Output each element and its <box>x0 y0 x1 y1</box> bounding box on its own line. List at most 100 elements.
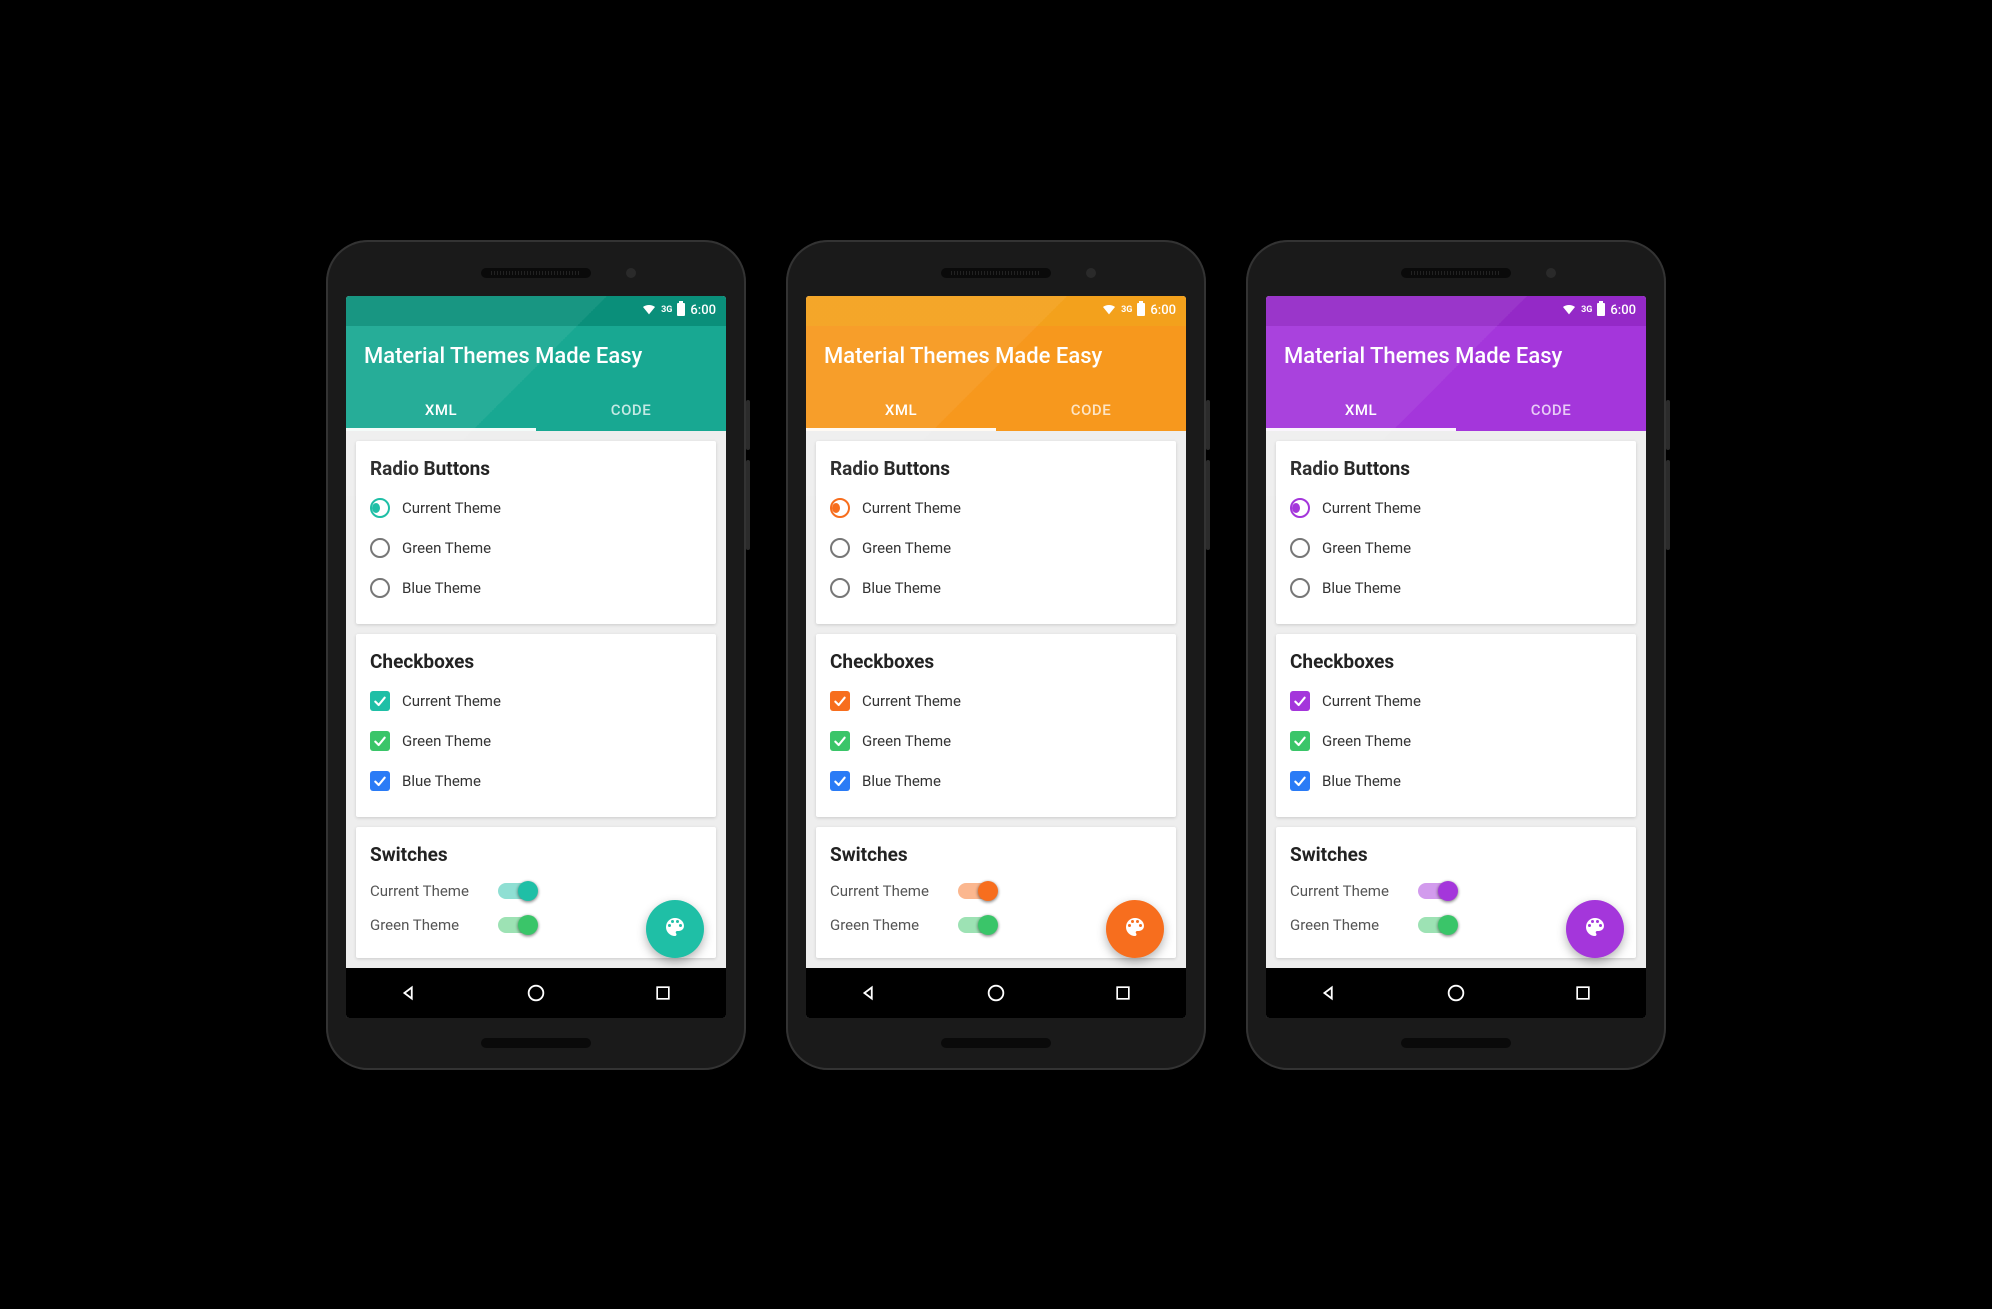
checkbox-label: Blue Theme <box>402 772 481 790</box>
switch-option[interactable]: Current Theme <box>370 874 702 908</box>
checkbox-option[interactable]: Current Theme <box>830 681 1162 721</box>
status-bar: 3G6:00 <box>806 296 1186 326</box>
tab-row: XMLCODE <box>1266 387 1646 431</box>
status-time: 6:00 <box>690 303 716 318</box>
switch-track <box>958 883 996 899</box>
checkbox-option[interactable]: Green Theme <box>1290 721 1622 761</box>
battery-icon <box>1596 301 1606 321</box>
phone-speaker-top <box>1401 268 1511 278</box>
tab-code[interactable]: CODE <box>996 387 1186 431</box>
tab-code[interactable]: CODE <box>1456 387 1646 431</box>
radio-option[interactable]: Green Theme <box>830 528 1162 568</box>
radio-option[interactable]: Current Theme <box>1290 488 1622 528</box>
switches-card-title: Switches <box>1290 843 1622 866</box>
app-title: Material Themes Made Easy <box>364 344 642 369</box>
app-bar: Material Themes Made Easy <box>1266 326 1646 387</box>
radio-option[interactable]: Current Theme <box>370 488 702 528</box>
phone-camera <box>1086 268 1096 278</box>
phone-speaker-bottom <box>1401 1038 1511 1048</box>
checkbox-label: Green Theme <box>862 732 951 750</box>
radio-icon <box>830 538 850 558</box>
tab-xml[interactable]: XML <box>806 387 996 431</box>
checkbox-card: CheckboxesCurrent ThemeGreen ThemeBlue T… <box>356 634 716 817</box>
switch-track <box>1418 917 1456 933</box>
nav-home-button[interactable] <box>985 982 1007 1004</box>
checkbox-option[interactable]: Blue Theme <box>1290 761 1622 801</box>
palette-icon <box>663 915 687 943</box>
tab-row: XMLCODE <box>346 387 726 431</box>
nav-back-button[interactable] <box>1318 982 1340 1004</box>
network-label: 3G <box>1581 306 1592 315</box>
radio-label: Blue Theme <box>1322 579 1401 597</box>
radio-option[interactable]: Blue Theme <box>1290 568 1622 608</box>
switch-track <box>498 883 536 899</box>
nav-bar <box>806 968 1186 1018</box>
app-bar: Material Themes Made Easy <box>806 326 1186 387</box>
nav-recent-button[interactable] <box>1572 982 1594 1004</box>
screen: 3G6:00Material Themes Made EasyXMLCODE Ra… <box>806 296 1186 1018</box>
checkbox-icon <box>370 771 390 791</box>
checkbox-icon <box>1290 771 1310 791</box>
switch-thumb <box>518 881 538 901</box>
tab-xml[interactable]: XML <box>1266 387 1456 431</box>
radio-label: Green Theme <box>402 539 491 557</box>
checkbox-label: Blue Theme <box>862 772 941 790</box>
radio-option[interactable]: Blue Theme <box>830 568 1162 608</box>
checkbox-option[interactable]: Blue Theme <box>370 761 702 801</box>
checkbox-card-title: Checkboxes <box>1290 650 1622 673</box>
radio-label: Green Theme <box>1322 539 1411 557</box>
nav-home-button[interactable] <box>1445 982 1467 1004</box>
radio-option[interactable]: Current Theme <box>830 488 1162 528</box>
battery-icon <box>1136 301 1146 321</box>
checkbox-icon <box>830 731 850 751</box>
radio-icon <box>1290 498 1310 518</box>
fab-theme-button[interactable] <box>1106 900 1164 958</box>
radio-card-title: Radio Buttons <box>830 457 1162 480</box>
switch-thumb <box>518 915 538 935</box>
switch-track <box>498 917 536 933</box>
radio-label: Current Theme <box>862 499 961 517</box>
nav-recent-button[interactable] <box>652 982 674 1004</box>
screen: 3G6:00Material Themes Made EasyXMLCODERa… <box>1266 296 1646 1018</box>
nav-recent-button[interactable] <box>1112 982 1134 1004</box>
fab-theme-button[interactable] <box>1566 900 1624 958</box>
radio-label: Blue Theme <box>402 579 481 597</box>
radio-card-title: Radio Buttons <box>370 457 702 480</box>
nav-home-button[interactable] <box>525 982 547 1004</box>
nav-back-button[interactable] <box>858 982 880 1004</box>
phone-camera <box>626 268 636 278</box>
checkbox-option[interactable]: Green Theme <box>370 721 702 761</box>
checkbox-option[interactable]: Blue Theme <box>830 761 1162 801</box>
network-label: 3G <box>661 306 672 315</box>
radio-option[interactable]: Green Theme <box>1290 528 1622 568</box>
checkbox-label: Green Theme <box>1322 732 1411 750</box>
palette-icon <box>1583 915 1607 943</box>
nav-back-button[interactable] <box>398 982 420 1004</box>
radio-icon <box>1290 578 1310 598</box>
radio-card: Radio Buttons Current Theme Green Theme Blu… <box>356 441 716 624</box>
switch-option[interactable]: Current Theme <box>830 874 1162 908</box>
checkbox-label: Current Theme <box>862 692 961 710</box>
app-title: Material Themes Made Easy <box>1284 344 1562 369</box>
checkbox-card: Checkboxes Current Theme Green Theme Blue T… <box>1276 634 1636 817</box>
screen: 3G 6:00 Material Themes Made Easy XMLCODE Ra… <box>346 296 726 1018</box>
network-label: 3G <box>1121 306 1132 315</box>
switch-thumb <box>1438 915 1458 935</box>
tab-code[interactable]: CODE <box>536 387 726 431</box>
checkbox-icon <box>830 691 850 711</box>
tab-xml[interactable]: XML <box>346 387 536 431</box>
radio-option[interactable]: Green Theme <box>370 528 702 568</box>
checkbox-icon <box>370 731 390 751</box>
radio-card-title: Radio Buttons <box>1290 457 1622 480</box>
switch-option[interactable]: Current Theme <box>1290 874 1622 908</box>
checkbox-option[interactable]: Current Theme <box>1290 681 1622 721</box>
checkbox-option[interactable]: Green Theme <box>830 721 1162 761</box>
checkbox-icon <box>1290 731 1310 751</box>
phone-teal: 3G 6:00 Material Themes Made Easy XMLCODE Ra… <box>326 240 746 1070</box>
phone-orange: 3G6:00Material Themes Made EasyXMLCODE Ra… <box>786 240 1206 1070</box>
checkbox-option[interactable]: Current Theme <box>370 681 702 721</box>
fab-theme-button[interactable] <box>646 900 704 958</box>
radio-icon <box>370 578 390 598</box>
radio-option[interactable]: Blue Theme <box>370 568 702 608</box>
content-area: Radio ButtonsCurrent ThemeGreen ThemeBlu… <box>806 431 1186 968</box>
